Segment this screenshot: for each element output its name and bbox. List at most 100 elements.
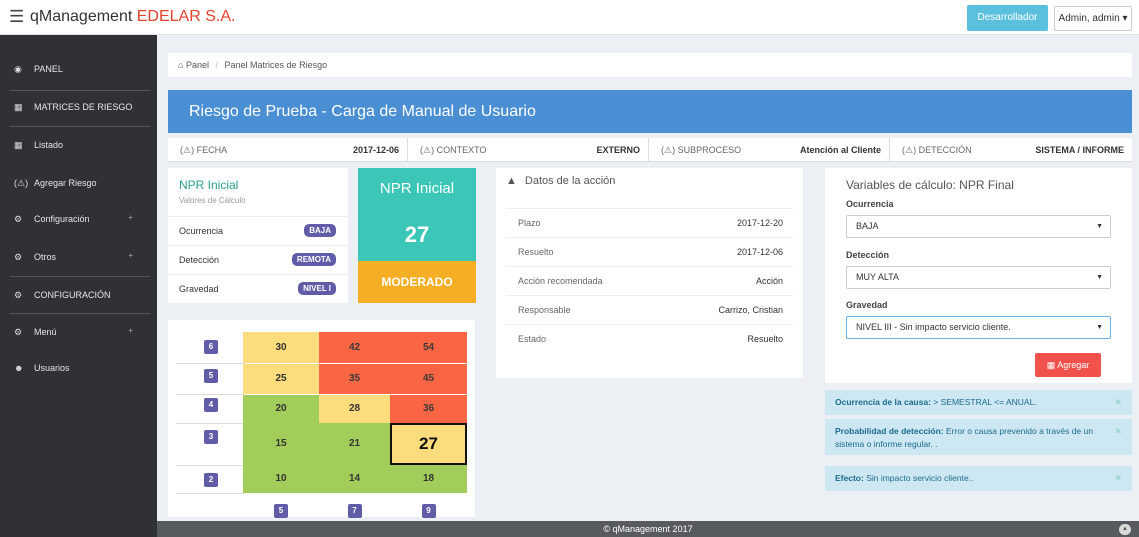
row-label: Responsable [518,305,571,315]
footer: © qManagement 2017 [157,521,1139,537]
matrix-row-label: 2 [204,473,218,487]
info-label: DETECCIÓN [918,145,972,155]
action-row-resuelto: Resuelto 2017-12-06 [506,237,793,266]
info-fecha: (⚠) FECHA 2017-12-06 [168,138,408,162]
info-value: Atención al Cliente [799,145,881,155]
sidebar-item-panel[interactable]: ◉ PANEL [0,51,157,87]
matrix-column-label: 7 [347,504,362,518]
expand-icon: + [128,326,133,335]
matrix-cell: 42 [319,332,390,363]
npr-box-value: 27 [404,222,430,247]
matrix-row-label: 6 [204,340,218,354]
sidebar-item-agregar-riesgo[interactable]: (⚠) Agregar Riesgo [0,165,157,201]
breadcrumb-current: Panel Matrices de Riesgo [224,60,328,70]
row-label: Plazo [518,218,541,228]
ocurrencia-label: Ocurrencia [846,199,894,209]
info-value: SISTEMA / INFORME [1035,145,1124,155]
cogs-icon: ⚙ [14,251,23,262]
warning-icon: (⚠) [14,177,29,188]
matrix-row-divider [176,394,244,395]
matrix-row-divider [176,493,244,494]
matrix-cell: 28 [319,395,390,423]
matrix-cell: 15 [243,423,319,465]
alert-label: Probabilidad de detección: [835,426,944,436]
alert-text: > SEMESTRAL <= ANUAL. [933,397,1037,407]
risk-level-badge: MODERADO [358,261,476,303]
matrix-row-label: 5 [204,369,218,383]
sidebar-item-label: Menú [34,327,57,337]
sidebar-item-label: CONFIGURACIÓN [34,290,111,300]
grid-icon: ▦ [14,101,23,112]
matrix-cell: 35 [319,364,390,394]
row-value: Resuelto [747,334,783,344]
table-icon: ▦ [14,139,23,150]
info-label: SUBPROCESO [677,145,742,155]
sidebar: ◉ PANEL ▦ MATRICES DE RIESGO ▦ Listado (⚠) A… [0,35,157,537]
npr-value-box: NPR Inicial 27 [358,168,476,261]
deteccion-select[interactable]: MUY ALTA ▼ [846,266,1111,289]
level-badge: BAJA [304,224,336,237]
matrix-row-label: 4 [204,398,218,412]
matrix-cell: 20 [243,395,319,423]
close-icon[interactable]: ✕ [1114,396,1122,409]
matrix-column-label: 5 [274,504,288,518]
breadcrumb-separator: / [215,60,219,70]
row-value: Acción [755,276,783,286]
warning-icon: (⚠) [180,145,195,155]
npr-inicial-title: NPR Inicial [179,178,239,192]
brand[interactable]: qManagement EDELAR S.A. [30,8,235,26]
risk-info-bar: (⚠) FECHA 2017-12-06 (⚠) CONTEXTO EXTERNO … [168,138,1132,162]
sidebar-item-listado[interactable]: ▦ Listado [0,127,157,163]
menu-toggle-icon[interactable]: ☰ [9,8,24,26]
row-label: Estado [518,334,547,344]
sidebar-item-configuracion[interactable]: ⚙ Configuración + [0,201,157,237]
add-button[interactable]: ▦ Agregar [1035,353,1101,377]
action-row-responsable: Responsable Carrizo, Cristian [506,295,793,324]
warning-icon: (⚠) [902,145,917,155]
npr-box-title: NPR Inicial [379,180,455,197]
sidebar-item-menu[interactable]: ⚙ Menú + [0,314,157,350]
variables-title: Variables de cálculo: NPR Final [846,178,1014,192]
cogs-icon: ⚙ [14,326,23,337]
deteccion-selected: MUY ALTA [856,272,900,282]
level-badge: NIVEL I [298,282,336,295]
top-navbar: ☰ qManagement EDELAR S.A. Desarrollador … [0,0,1139,35]
ocurrencia-select[interactable]: BAJA ▼ [846,215,1111,238]
info-label: CONTEXTO [436,145,487,155]
sidebar-item-label: Otros [34,252,57,262]
matrix-column-label: 9 [421,504,436,518]
info-value: 2017-12-06 [352,145,399,155]
dashboard-icon: ◉ [14,63,22,74]
matrix-cell: 54 [390,332,467,363]
matrix-cell: 10 [243,465,319,493]
alert-label: Efecto: [835,473,864,483]
alert-ocurrencia: Ocurrencia de la causa: > SEMESTRAL <= A… [825,390,1132,415]
sidebar-item-label: MATRICES DE RIESGO [34,102,133,112]
breadcrumb-home[interactable]: Panel [186,60,209,70]
sidebar-item-matrices[interactable]: ▦ MATRICES DE RIESGO [0,89,157,125]
sidebar-item-otros[interactable]: ⚙ Otros + [0,239,157,275]
close-icon[interactable]: ✕ [1114,425,1122,438]
matrix-row-label: 3 [204,430,218,444]
chevron-up-icon[interactable]: ▲ [1119,524,1131,535]
matrix-cell: 14 [319,465,390,493]
info-contexto: (⚠) CONTEXTO EXTERNO [408,138,649,162]
user-menu-dropdown[interactable]: Admin, admin ▾ [1054,6,1132,31]
developer-button[interactable]: Desarrollador [967,5,1048,31]
row-label: Detección [179,255,220,265]
gravedad-selected: NIVEL III - Sin impacto servicio cliente… [856,322,1011,332]
close-icon[interactable]: ✕ [1114,472,1122,485]
cogs-icon: ⚙ [14,289,23,300]
save-icon: ▦ [1046,360,1058,370]
sidebar-item-label: Configuración [34,214,90,224]
sidebar-item-usuarios[interactable]: ☻ Usuarios [0,350,157,386]
matrix-cell: 36 [390,395,467,423]
users-icon: ☻ [14,363,24,373]
sidebar-item-configuracion-upper[interactable]: ⚙ CONFIGURACIÓN [0,277,157,313]
matrix-row-divider [176,465,244,466]
chevron-down-icon: ▼ [1096,223,1103,230]
gravedad-select[interactable]: NIVEL III - Sin impacto servicio cliente… [846,316,1111,339]
gravedad-label: Gravedad [846,300,888,310]
info-subproceso: (⚠) SUBPROCESO Atención al Cliente [649,138,890,162]
row-value: 2017-12-06 [736,247,783,257]
